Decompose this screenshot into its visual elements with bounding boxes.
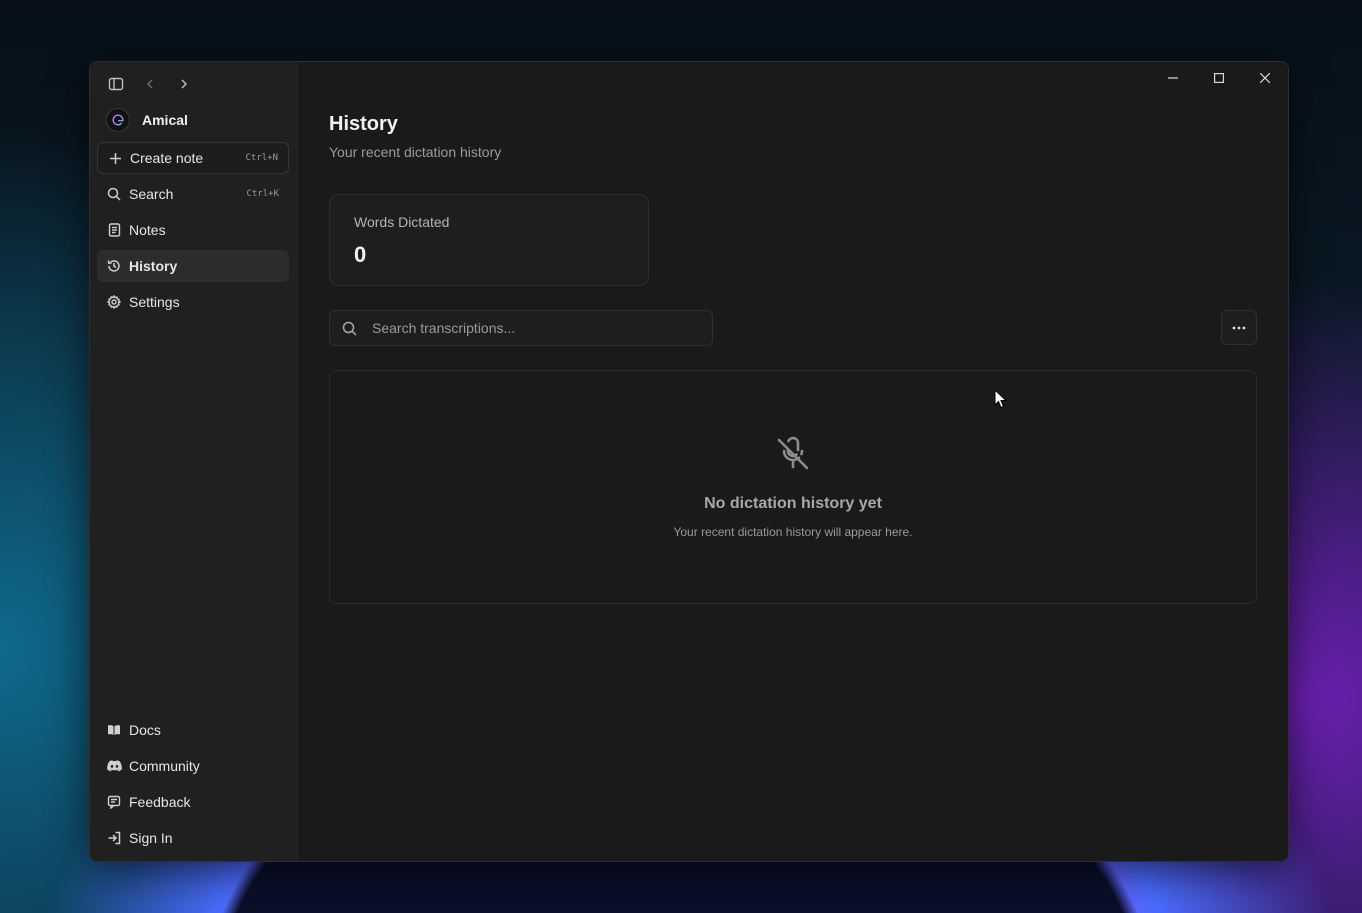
notes-icon [106, 222, 122, 238]
app-window: Amical Create note Ctrl+N Search Ctrl+K … [89, 61, 1289, 862]
search-shortcut: Ctrl+K [246, 189, 279, 199]
words-dictated-card: Words Dictated 0 [329, 194, 649, 286]
sidebar-item-label: History [129, 258, 178, 274]
search-input[interactable] [370, 310, 712, 346]
sidebar-item-label: Search [129, 186, 174, 202]
create-note-label: Create note [130, 150, 204, 166]
discord-icon [106, 758, 122, 774]
window-controls [1150, 62, 1288, 94]
sidebar-item-label: Docs [129, 722, 161, 738]
more-options-button[interactable] [1221, 310, 1257, 345]
page-subtitle: Your recent dictation history [329, 144, 502, 160]
amical-logo-icon [106, 108, 130, 132]
feedback-icon [106, 794, 122, 810]
close-button[interactable] [1242, 62, 1288, 94]
sidebar-item-community[interactable]: Community [97, 750, 289, 782]
page-title: History [329, 113, 398, 135]
maximize-button[interactable] [1196, 62, 1242, 94]
plus-icon [107, 150, 123, 166]
stat-value: 0 [354, 242, 367, 267]
search-box [329, 310, 713, 346]
gear-icon [106, 294, 122, 310]
sidebar-item-label: Settings [129, 294, 180, 310]
sign-in-icon [106, 830, 122, 846]
sidebar-item-docs[interactable]: Docs [97, 714, 289, 746]
ellipsis-icon [1232, 326, 1246, 329]
search-icon [340, 319, 358, 337]
sidebar-item-label: Notes [129, 222, 166, 238]
sidebar-item-settings[interactable]: Settings [97, 286, 289, 318]
brand: Amical [106, 108, 188, 132]
book-icon [106, 722, 122, 738]
create-note-button[interactable]: Create note Ctrl+N [97, 142, 289, 174]
sidebar: Amical Create note Ctrl+N Search Ctrl+K … [90, 62, 298, 861]
empty-history-panel: No dictation history yet Your recent dic… [329, 370, 1257, 604]
history-icon [106, 258, 122, 274]
sidebar-item-label: Community [129, 758, 200, 774]
empty-state-title: No dictation history yet [704, 495, 882, 512]
sidebar-item-sign-in[interactable]: Sign In [97, 822, 289, 854]
sidebar-item-search[interactable]: Search Ctrl+K [97, 178, 289, 210]
main-content: History Your recent dictation history Wo… [298, 62, 1288, 861]
sidebar-toggle-icon[interactable] [106, 74, 126, 94]
search-icon [106, 186, 122, 202]
sidebar-item-feedback[interactable]: Feedback [97, 786, 289, 818]
minimize-button[interactable] [1150, 62, 1196, 94]
empty-state-description: Your recent dictation history will appea… [673, 525, 913, 539]
sidebar-item-notes[interactable]: Notes [97, 214, 289, 246]
sidebar-item-label: Sign In [129, 830, 173, 846]
stat-label: Words Dictated [354, 214, 450, 230]
sidebar-top-nav [106, 74, 194, 94]
mic-off-icon [773, 434, 813, 474]
sidebar-item-label: Feedback [129, 794, 191, 810]
back-arrow-icon[interactable] [140, 74, 160, 94]
sidebar-item-history[interactable]: History [97, 250, 289, 282]
create-note-shortcut: Ctrl+N [245, 153, 278, 163]
forward-arrow-icon[interactable] [174, 74, 194, 94]
mouse-cursor-icon [994, 389, 1008, 409]
app-name: Amical [142, 112, 188, 128]
